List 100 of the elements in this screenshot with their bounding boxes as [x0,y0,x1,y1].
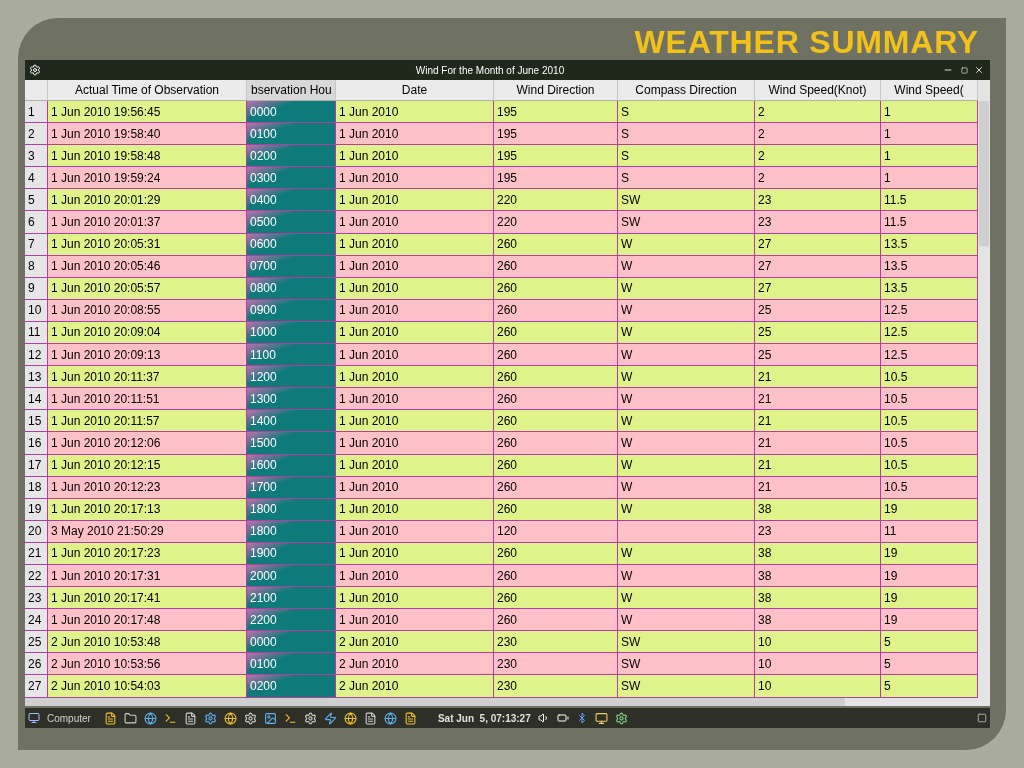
row-number: 2 [28,125,35,143]
taskbar-app-icon[interactable] [283,711,297,725]
table-cell-text: 1700 [250,479,277,497]
table-cell-text: 13.5 [884,258,908,276]
table-cell-text: 1 Jun 2010 20:11:51 [51,390,160,408]
table-cell-text: 260 [497,567,518,585]
table-cell-text: 11.5 [884,191,907,209]
taskbar-app-icon[interactable] [243,711,257,725]
taskbar-app-icon[interactable] [263,711,277,725]
table-cell-text: 1 [884,125,891,143]
table-cell-text: 2000 [250,567,277,585]
table-cell-text: 12.5 [884,346,908,364]
computer-icon[interactable] [28,712,40,724]
taskbar-app-icon[interactable] [383,711,397,725]
table-cell-text: 2 [758,169,765,187]
table-cell-text: 260 [497,258,518,276]
table-cell-text: 120 [497,523,518,541]
table-cell-text: 1 Jun 2010 20:05:46 [51,258,161,276]
horizontal-scrollbar[interactable] [25,698,978,706]
table-cell-text: 1 Jun 2010 20:11:37 [51,368,160,386]
taskbar-app-icon[interactable] [203,711,217,725]
taskbar-app-icon[interactable] [183,711,197,725]
table-cell-text: W [621,501,633,519]
taskbar-app-icon[interactable] [323,711,337,725]
table-cell-text: 0000 [250,103,277,121]
table-cell-text: 21 [758,390,772,408]
close-icon[interactable] [974,65,984,75]
maximize-icon[interactable] [961,66,968,74]
row-number: 18 [28,479,42,497]
row-number: 21 [28,545,42,563]
taskbar-app-icon[interactable] [143,711,157,725]
table-cell-text: W [621,280,633,298]
table-cell-text: 260 [497,280,518,298]
table-cell-text: 13.5 [884,280,908,298]
table-cell-text: SW [621,678,641,695]
table-cell-text: 1 Jun 2010 20:01:37 [51,214,161,231]
table-cell-text: 19 [884,611,898,629]
table-cell-text: 1100 [250,346,276,364]
table-cell-text: 260 [497,501,518,519]
table-cell-text: W [621,545,633,563]
settings-icon[interactable] [614,711,628,725]
table-cell-text: S [621,147,629,165]
display-icon[interactable] [594,711,608,725]
table-cell-text: 0300 [250,169,277,187]
taskbar-app-icon[interactable] [403,711,417,725]
table-cell-text: 1 Jun 2010 [339,258,399,276]
table-cell-text: 1 [884,169,891,187]
row-number: 10 [28,302,42,320]
app-icon [29,64,41,76]
table-cell-text: W [621,346,633,364]
row-number: 3 [28,147,35,165]
table-cell-text: 5 [884,678,891,695]
column-header[interactable]: bservation Hou [247,80,336,100]
table-cell-text: 1 Jun 2010 [339,368,399,386]
table-cell-text: 260 [497,589,518,607]
table-cell-text: 1 Jun 2010 20:12:15 [51,457,161,475]
battery-icon[interactable] [556,712,569,724]
table-cell-text: 1 Jun 2010 20:01:29 [51,191,161,209]
table-cell-text: 1 Jun 2010 19:59:24 [51,169,161,187]
table-cell-text: 1 Jun 2010 [339,103,399,121]
table-cell-text: 1 Jun 2010 [339,611,399,629]
taskbar-app-icon[interactable] [103,711,117,725]
table-cell-text: 1 Jun 2010 [339,302,399,320]
table-cell-text: W [621,324,633,342]
row-number: 20 [28,523,42,541]
table-cell-text: W [621,567,633,585]
table-cell-text: SW [621,191,641,209]
taskbar-app-icon[interactable] [123,711,137,725]
table-cell-text: 21 [758,457,772,475]
table-cell-text: SW [621,633,641,651]
table-cell-text: 1400 [250,412,277,430]
table-cell-text: W [621,236,633,254]
table-cell-text: 23 [758,214,772,231]
table-cell-text: 0100 [250,125,277,143]
row-number: 15 [28,412,42,430]
table-cell-text: 10.5 [884,457,908,475]
taskbar-app-icon[interactable] [303,711,317,725]
table-cell-text: 260 [497,346,518,364]
row-number: 1 [28,103,35,121]
taskbar-app-icon[interactable] [223,711,237,725]
taskbar-app-icon[interactable] [363,711,377,725]
volume-icon[interactable] [537,712,550,724]
row-number: 14 [28,390,42,408]
table-cell-text: 2 Jun 2010 10:53:48 [51,633,161,651]
desktop-icon[interactable] [977,713,987,723]
table-cell-text: 0000 [250,633,277,651]
table-cell-text: 1 Jun 2010 20:08:55 [51,302,161,320]
table-cell-text: 1 Jun 2010 20:12:06 [51,434,161,452]
table-cell-text: 260 [497,324,518,342]
row-number: 11 [28,324,41,342]
start-menu-label[interactable]: Computer [47,710,91,726]
row-number: 7 [28,236,35,254]
table-cell-text: 21 [758,368,772,386]
table-cell-text: 21 [758,479,772,497]
taskbar-app-icon[interactable] [163,711,177,725]
taskbar-app-icon[interactable] [343,711,357,725]
table-cell-text: 0200 [250,678,277,695]
table-cell-text: 12.5 [884,324,908,342]
vertical-scrollbar[interactable] [978,80,990,706]
table-cell-text: 10.5 [884,412,908,430]
